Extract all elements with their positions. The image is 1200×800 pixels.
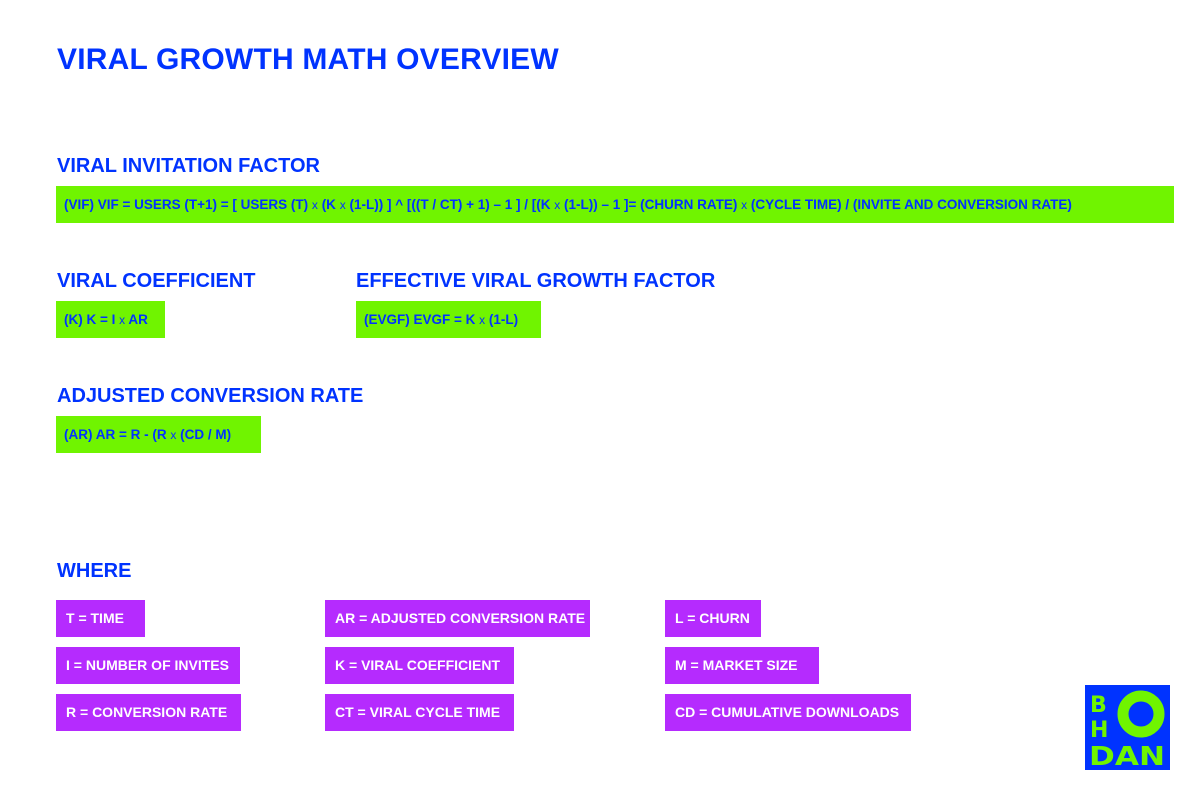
definition-cd: CD = CUMULATIVE DOWNLOADS	[665, 694, 911, 731]
k-formula: (K) K = I x AR	[56, 301, 165, 338]
where-heading: WHERE	[57, 560, 132, 582]
logo-letter-b: B	[1090, 693, 1107, 718]
multiply-sign: x	[311, 198, 318, 212]
bohdan-logo-icon: B H DAN	[1085, 685, 1170, 772]
ar-formula: (AR) AR = R - (R x (CD / M)	[56, 416, 261, 453]
multiply-sign: x	[339, 198, 346, 212]
k-heading: VIRAL COEFFICIENT	[57, 270, 256, 292]
multiply-sign: x	[741, 198, 748, 212]
definition-i: I = NUMBER OF INVITES	[56, 647, 240, 684]
multiply-sign: x	[479, 313, 486, 327]
ar-heading: ADJUSTED CONVERSION RATE	[57, 385, 364, 407]
multiply-sign: x	[554, 198, 561, 212]
definition-l: L = CHURN	[665, 600, 761, 637]
logo-letters-dan: DAN	[1089, 742, 1165, 770]
page-title: VIRAL GROWTH MATH OVERVIEW	[57, 43, 559, 76]
logo-letter-h: H	[1090, 718, 1108, 743]
definition-r: R = CONVERSION RATE	[56, 694, 241, 731]
definition-k: K = VIRAL COEFFICIENT	[325, 647, 514, 684]
definition-ar: AR = ADJUSTED CONVERSION RATE	[325, 600, 590, 637]
multiply-sign: x	[119, 313, 126, 327]
vif-formula: (VIF) VIF = USERS (T+1) = [ USERS (T) x …	[56, 186, 1174, 223]
multiply-sign: x	[170, 428, 177, 442]
evgf-heading: EFFECTIVE VIRAL GROWTH FACTOR	[356, 270, 716, 292]
definition-ct: CT = VIRAL CYCLE TIME	[325, 694, 514, 731]
vif-heading: VIRAL INVITATION FACTOR	[57, 155, 320, 177]
definition-m: M = MARKET SIZE	[665, 647, 819, 684]
evgf-formula: (EVGF) EVGF = K x (1-L)	[356, 301, 541, 338]
definition-t: T = TIME	[56, 600, 145, 637]
